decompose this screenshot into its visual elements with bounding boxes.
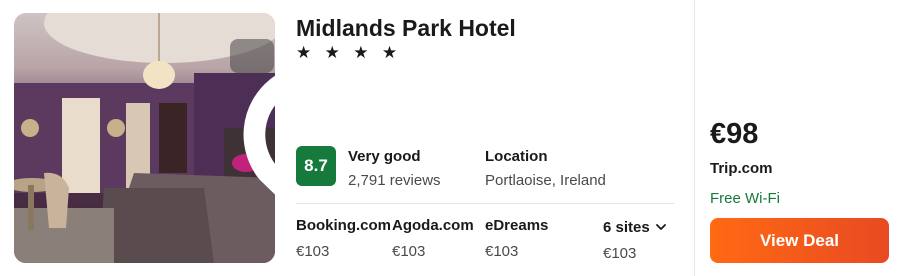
hotel-name[interactable]: Midlands Park Hotel — [296, 15, 516, 42]
site-price: €103 — [296, 243, 330, 260]
hotel-result-card: Midlands Park Hotel ★ ★ ★ ★ 8.7 Very goo… — [0, 0, 907, 276]
more-sites-price: €103 — [603, 245, 637, 262]
divider — [296, 203, 674, 204]
amenity-free-wifi: Free Wi-Fi — [710, 190, 780, 207]
site-offer-booking[interactable]: Booking.com €103 — [296, 217, 391, 260]
more-sites-count: 6 sites — [603, 219, 650, 236]
site-price: €103 — [485, 243, 519, 260]
more-sites-dropdown[interactable]: 6 sites €103 — [603, 219, 666, 262]
deal-provider: Trip.com — [710, 160, 773, 177]
favorite-button[interactable] — [230, 39, 275, 195]
heart-outline-icon — [243, 75, 275, 195]
site-price: €103 — [392, 243, 426, 260]
site-offer-edreams[interactable]: eDreams €103 — [485, 217, 548, 260]
site-name: Booking.com — [296, 217, 392, 234]
hotel-photo[interactable] — [14, 13, 275, 263]
view-deal-button[interactable]: View Deal — [710, 218, 889, 263]
review-score-badge: 8.7 — [296, 146, 336, 186]
site-offer-agoda[interactable]: Agoda.com €103 — [392, 217, 474, 260]
location-value[interactable]: Portlaoise, Ireland — [485, 172, 606, 189]
best-price: €98 — [710, 118, 759, 150]
rating-label: Very good — [348, 148, 421, 165]
site-name: eDreams — [485, 217, 549, 234]
more-sites-label: 6 sites — [603, 219, 666, 236]
star-rating: ★ ★ ★ ★ — [296, 43, 402, 63]
column-divider — [694, 0, 695, 276]
review-count[interactable]: 2,791 reviews — [348, 172, 441, 189]
chevron-down-icon — [655, 224, 666, 230]
site-name: Agoda.com — [392, 217, 474, 234]
location-label: Location — [485, 148, 548, 165]
